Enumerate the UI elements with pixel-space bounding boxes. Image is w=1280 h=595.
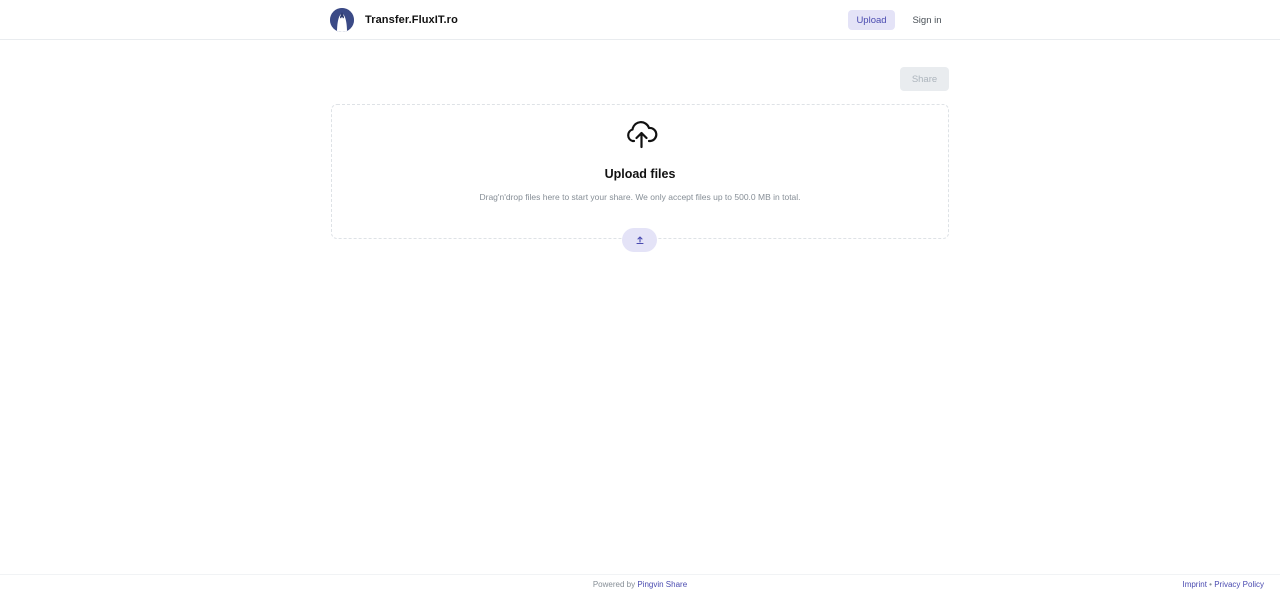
dropzone-title: Upload files [604,167,676,181]
imprint-link[interactable]: Imprint [1182,580,1206,589]
dropzone-description: Drag'n'drop files here to start your sha… [479,192,801,202]
upload-button[interactable] [622,228,657,252]
top-header: Transfer.FluxIT.ro Upload Sign in [0,0,1280,40]
powered-prefix: Powered by [592,580,636,589]
upload-dropzone[interactable]: Upload files Drag'n'drop files here to s… [331,104,949,239]
page-footer: Powered by Pingvin Share Imprint • Priva… [0,574,1280,595]
legal-links: Imprint • Privacy Policy [1182,580,1264,589]
privacy-policy-link[interactable]: Privacy Policy [1214,580,1264,589]
brand-name: Transfer.FluxIT.ro [365,14,458,26]
share-button[interactable]: Share [900,67,949,91]
upload-icon [635,236,644,245]
brand-link[interactable]: Transfer.FluxIT.ro [330,8,458,32]
nav-signin-link[interactable]: Sign in [905,10,949,30]
cloud-upload-icon [627,121,658,149]
penguin-logo-icon [330,8,354,32]
nav-upload-link[interactable]: Upload [848,10,895,30]
legal-separator: • [1209,580,1212,589]
powered-by: Powered by Pingvin Share [0,580,1280,589]
pingvin-share-link[interactable]: Pingvin Share [637,580,687,589]
